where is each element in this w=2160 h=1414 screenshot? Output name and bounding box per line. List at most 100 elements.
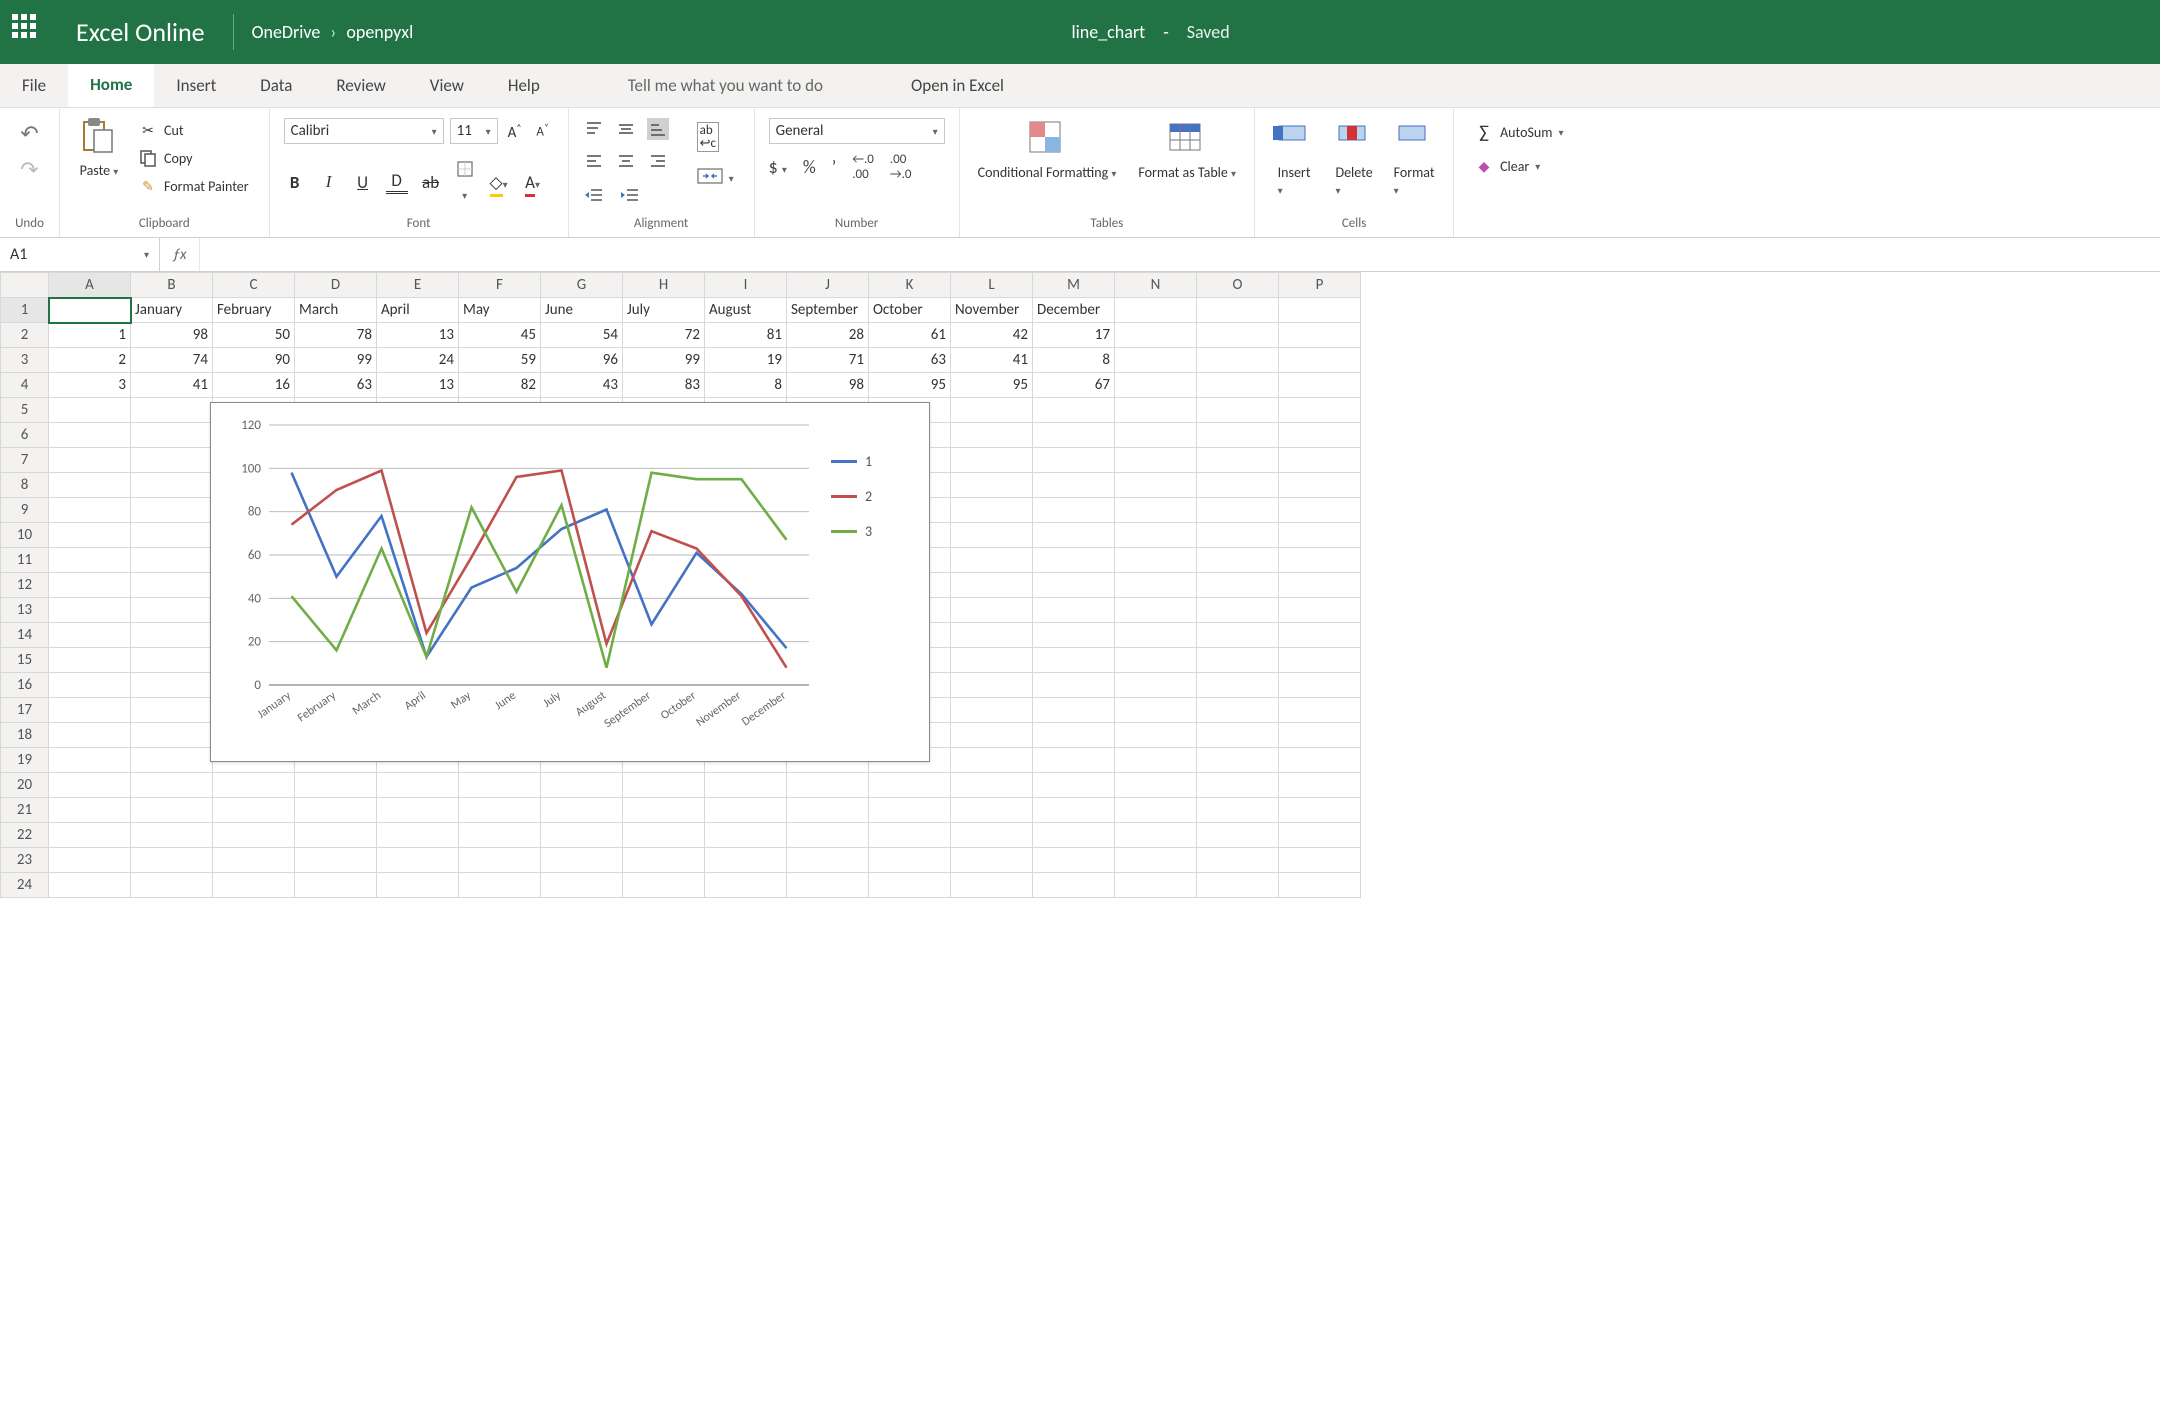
row-header-18[interactable]: 18	[1, 723, 49, 748]
cell-I23[interactable]	[705, 848, 787, 873]
cell-B16[interactable]	[131, 673, 213, 698]
cell-K24[interactable]	[869, 873, 951, 898]
cell-N20[interactable]	[1115, 773, 1197, 798]
col-header-L[interactable]: L	[951, 273, 1033, 298]
cell-F4[interactable]: 82	[459, 373, 541, 398]
insert-cells-button[interactable]: Insert▾	[1269, 116, 1319, 200]
cell-M7[interactable]	[1033, 448, 1115, 473]
cell-O5[interactable]	[1197, 398, 1279, 423]
row-header-21[interactable]: 21	[1, 798, 49, 823]
cell-N22[interactable]	[1115, 823, 1197, 848]
cell-G2[interactable]: 54	[541, 323, 623, 348]
cell-K2[interactable]: 61	[869, 323, 951, 348]
cell-P11[interactable]	[1279, 548, 1361, 573]
font-name-select[interactable]: Calibri▾	[284, 118, 444, 144]
cell-P12[interactable]	[1279, 573, 1361, 598]
cell-L12[interactable]	[951, 573, 1033, 598]
cell-L22[interactable]	[951, 823, 1033, 848]
underline-button[interactable]: U	[352, 172, 374, 193]
cell-M1[interactable]: December	[1033, 298, 1115, 323]
cell-A14[interactable]	[49, 623, 131, 648]
cell-G20[interactable]	[541, 773, 623, 798]
cell-A6[interactable]	[49, 423, 131, 448]
cell-M16[interactable]	[1033, 673, 1115, 698]
cell-M10[interactable]	[1033, 523, 1115, 548]
cell-I20[interactable]	[705, 773, 787, 798]
cell-P5[interactable]	[1279, 398, 1361, 423]
col-header-D[interactable]: D	[295, 273, 377, 298]
col-header-F[interactable]: F	[459, 273, 541, 298]
cell-P14[interactable]	[1279, 623, 1361, 648]
cell-J20[interactable]	[787, 773, 869, 798]
cell-N17[interactable]	[1115, 698, 1197, 723]
cell-F24[interactable]	[459, 873, 541, 898]
cell-F20[interactable]	[459, 773, 541, 798]
paste-button[interactable]: Paste ▾	[74, 114, 124, 181]
cell-M20[interactable]	[1033, 773, 1115, 798]
align-middle-button[interactable]	[615, 118, 637, 140]
cell-C4[interactable]: 16	[213, 373, 295, 398]
cell-D4[interactable]: 63	[295, 373, 377, 398]
cell-B4[interactable]: 41	[131, 373, 213, 398]
cell-A5[interactable]	[49, 398, 131, 423]
cell-L19[interactable]	[951, 748, 1033, 773]
cell-L2[interactable]: 42	[951, 323, 1033, 348]
cell-N4[interactable]	[1115, 373, 1197, 398]
row-header-23[interactable]: 23	[1, 848, 49, 873]
cell-E23[interactable]	[377, 848, 459, 873]
conditional-formatting-button[interactable]: Conditional Formatting ▾	[974, 116, 1121, 183]
cell-O22[interactable]	[1197, 823, 1279, 848]
cell-C22[interactable]	[213, 823, 295, 848]
row-header-17[interactable]: 17	[1, 698, 49, 723]
cell-D1[interactable]: March	[295, 298, 377, 323]
cell-L13[interactable]	[951, 598, 1033, 623]
cell-P6[interactable]	[1279, 423, 1361, 448]
format-cells-button[interactable]: Format▾	[1389, 116, 1439, 200]
tab-file[interactable]: File	[0, 64, 68, 107]
cell-L18[interactable]	[951, 723, 1033, 748]
cell-E22[interactable]	[377, 823, 459, 848]
cell-P13[interactable]	[1279, 598, 1361, 623]
cell-A16[interactable]	[49, 673, 131, 698]
cell-O15[interactable]	[1197, 648, 1279, 673]
cell-I2[interactable]: 81	[705, 323, 787, 348]
shrink-font-button[interactable]: A˅	[532, 122, 554, 139]
cell-N12[interactable]	[1115, 573, 1197, 598]
comma-format-button[interactable]: ʼ	[832, 156, 837, 178]
cell-M24[interactable]	[1033, 873, 1115, 898]
cell-B12[interactable]	[131, 573, 213, 598]
cell-J21[interactable]	[787, 798, 869, 823]
cell-D23[interactable]	[295, 848, 377, 873]
cell-P18[interactable]	[1279, 723, 1361, 748]
cell-A19[interactable]	[49, 748, 131, 773]
cell-M14[interactable]	[1033, 623, 1115, 648]
merge-center-button[interactable]: ▾	[691, 164, 740, 192]
cell-A22[interactable]	[49, 823, 131, 848]
cell-M11[interactable]	[1033, 548, 1115, 573]
autosum-button[interactable]: ∑AutoSum ▾	[1468, 120, 1569, 144]
cell-B9[interactable]	[131, 498, 213, 523]
undo-button[interactable]: ↶	[19, 122, 41, 144]
cell-H23[interactable]	[623, 848, 705, 873]
row-header-2[interactable]: 2	[1, 323, 49, 348]
cell-E2[interactable]: 13	[377, 323, 459, 348]
cell-J1[interactable]: September	[787, 298, 869, 323]
cell-O13[interactable]	[1197, 598, 1279, 623]
col-header-B[interactable]: B	[131, 273, 213, 298]
cell-P21[interactable]	[1279, 798, 1361, 823]
cell-L3[interactable]: 41	[951, 348, 1033, 373]
wrap-text-button[interactable]: ab↩c	[691, 120, 740, 154]
font-color-button[interactable]: A▾	[522, 172, 544, 193]
row-header-15[interactable]: 15	[1, 648, 49, 673]
cell-L21[interactable]	[951, 798, 1033, 823]
cell-H24[interactable]	[623, 873, 705, 898]
cell-P15[interactable]	[1279, 648, 1361, 673]
align-center-button[interactable]	[615, 150, 637, 172]
row-header-3[interactable]: 3	[1, 348, 49, 373]
cell-B10[interactable]	[131, 523, 213, 548]
cell-B18[interactable]	[131, 723, 213, 748]
cell-H2[interactable]: 72	[623, 323, 705, 348]
align-right-button[interactable]	[647, 150, 669, 172]
cell-L5[interactable]	[951, 398, 1033, 423]
row-header-20[interactable]: 20	[1, 773, 49, 798]
